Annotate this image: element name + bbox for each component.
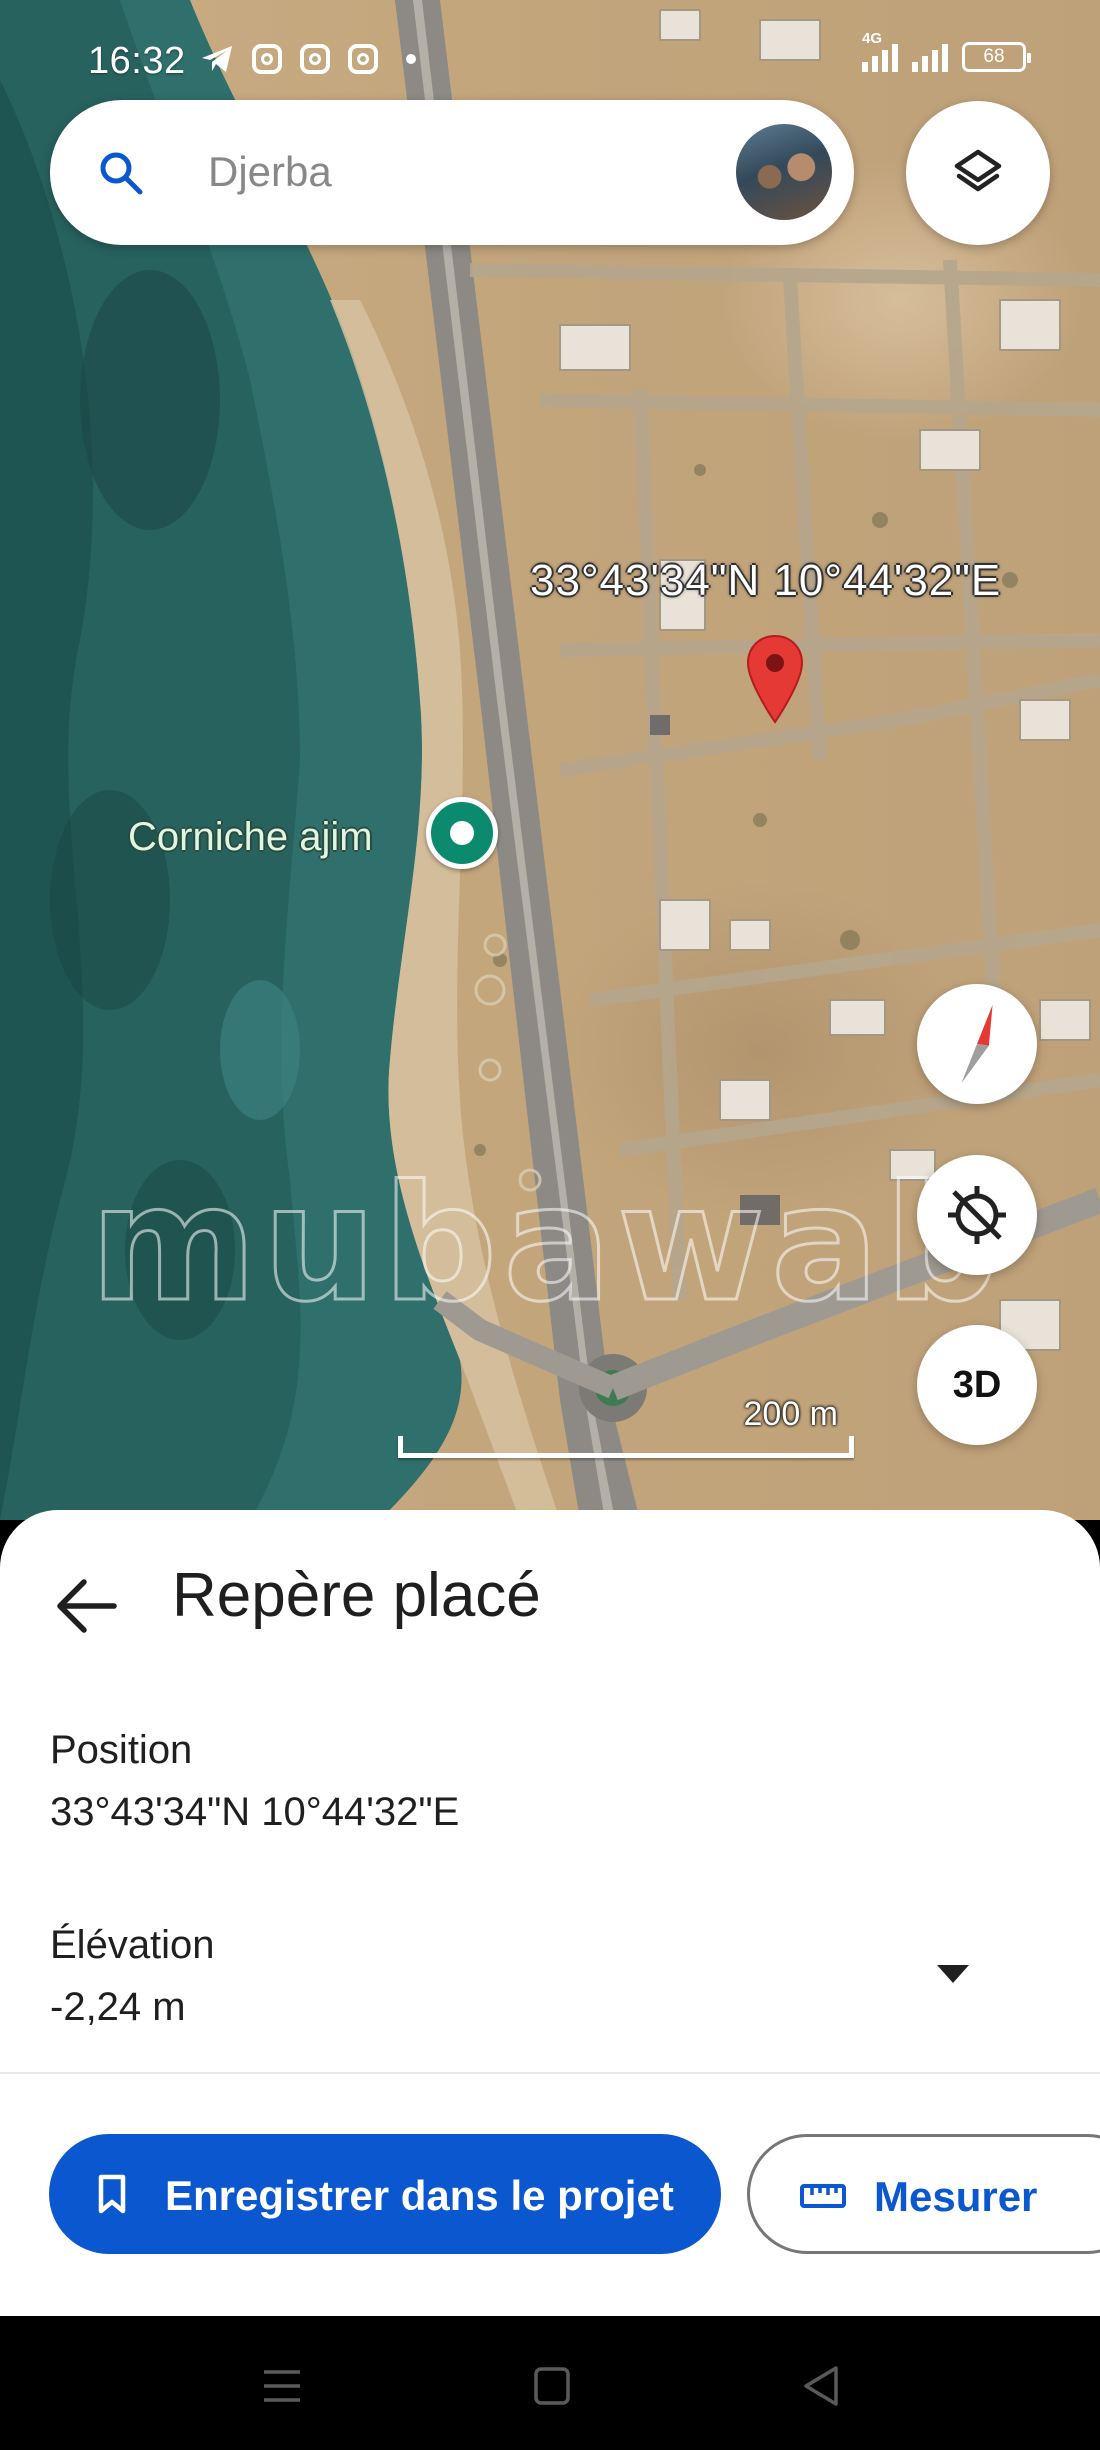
back-triangle-icon[interactable]: [792, 2356, 852, 2416]
save-to-project-button[interactable]: Enregistrer dans le projet: [49, 2134, 721, 2254]
instagram-icon: [300, 44, 330, 74]
location-disabled-icon: [948, 1186, 1006, 1244]
three-d-button[interactable]: 3D: [917, 1325, 1037, 1445]
search-icon: [100, 152, 143, 195]
status-bar: 16:32 4G 68: [0, 0, 1100, 100]
elevation-value: -2,24 m: [50, 1985, 186, 2029]
dropped-pin-icon[interactable]: [745, 634, 805, 724]
instagram-icon: [252, 44, 282, 74]
instagram-icon: [348, 44, 378, 74]
layers-button[interactable]: [906, 101, 1050, 245]
telegram-icon: [202, 46, 232, 72]
status-time: 16:32: [88, 40, 186, 82]
elevation-label: Élévation: [50, 1923, 215, 1967]
ruler-icon: [800, 2184, 846, 2208]
position-value: 33°43'34"N 10°44'32"E: [50, 1790, 460, 1834]
back-arrow-icon[interactable]: [52, 1576, 120, 1636]
scale-bar: 200 m: [398, 1395, 854, 1458]
measure-button[interactable]: Mesurer: [747, 2134, 1100, 2254]
search-input[interactable]: Djerba: [208, 148, 332, 196]
marker-coordinates-label: 33°43'34"N 10°44'32"E: [530, 556, 1002, 605]
more-notifications-dot-icon: [406, 54, 416, 64]
place-label[interactable]: Corniche ajim: [128, 815, 373, 860]
save-to-project-label: Enregistrer dans le projet: [165, 2172, 674, 2219]
signal-icon: [912, 44, 948, 72]
divider: [0, 2072, 1100, 2074]
compass-button[interactable]: [917, 984, 1037, 1104]
search-bar[interactable]: Djerba: [50, 100, 854, 245]
watermark: mubawab: [88, 1149, 1006, 1339]
avatar[interactable]: [736, 124, 832, 220]
scale-label: 200 m: [743, 1395, 839, 1433]
three-d-label: 3D: [952, 1363, 1002, 1406]
my-location-button[interactable]: [917, 1155, 1037, 1275]
place-pin-icon[interactable]: [426, 797, 498, 869]
measure-label: Mesurer: [874, 2173, 1038, 2220]
navigation-bar: [0, 2316, 1100, 2450]
notification-icons: [200, 44, 416, 74]
system-indicators: 4G 68: [862, 30, 1031, 72]
signal-4g-icon: 4G: [862, 30, 898, 72]
layers-icon: [954, 149, 1002, 192]
expand-arrow-icon[interactable]: [935, 1963, 971, 1985]
battery-icon: 68: [962, 42, 1031, 72]
position-label: Position: [50, 1728, 193, 1772]
home-icon[interactable]: [522, 2356, 582, 2416]
sheet-title: Repère placé: [172, 1561, 541, 1630]
scale-bar-line: [398, 1436, 854, 1458]
compass-icon: [961, 1004, 993, 1084]
placed-marker-sheet: Repère placé Position 33°43'34"N 10°44'3…: [0, 1510, 1100, 2316]
recents-menu-icon[interactable]: [252, 2356, 312, 2416]
bookmark-icon: [98, 2174, 126, 2214]
network-type: 4G: [862, 30, 883, 47]
